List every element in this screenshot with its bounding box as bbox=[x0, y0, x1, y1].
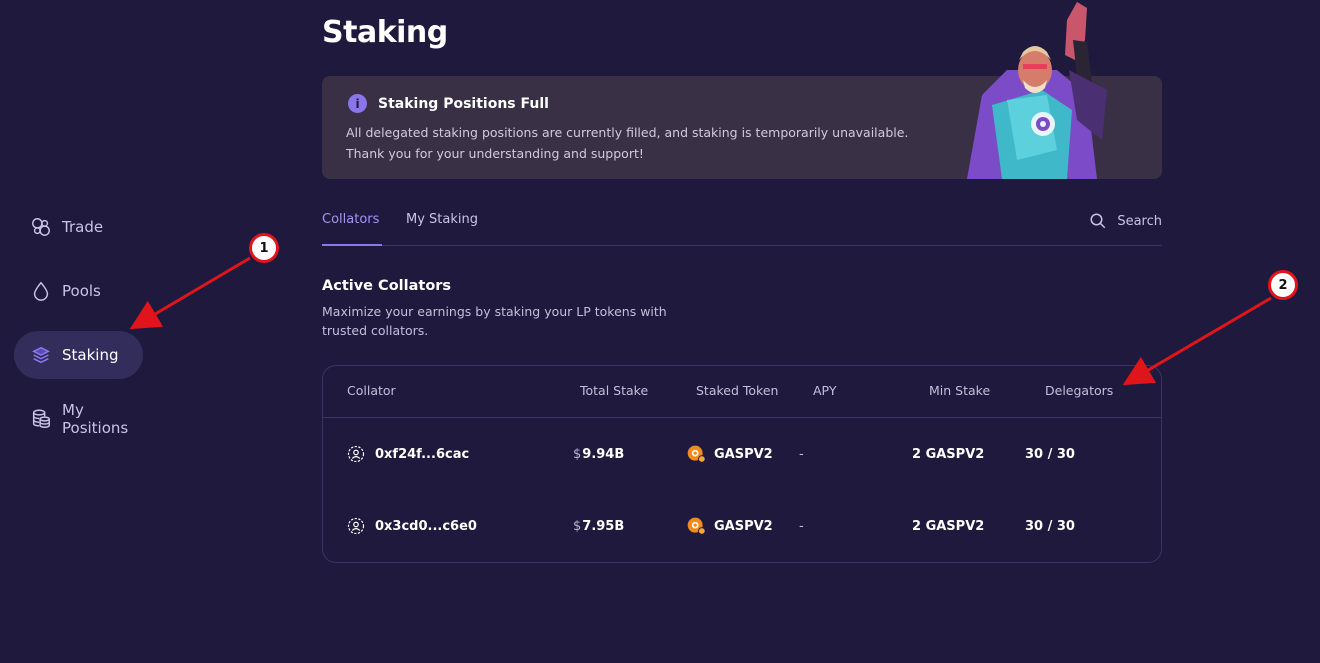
sidebar: Trade Pools Staking My Positions bbox=[14, 203, 194, 459]
min-stake-value: 2 GASPV2 bbox=[912, 446, 985, 462]
banner-line-2: Thank you for your understanding and sup… bbox=[346, 146, 644, 161]
column-header-total-stake[interactable]: Total Stake bbox=[580, 383, 648, 398]
token-symbol: GASPV2 bbox=[714, 446, 773, 462]
search-label: Search bbox=[1117, 213, 1162, 229]
apy-value: - bbox=[799, 518, 804, 534]
collators-table: Collator Total Stake Staked Token APY Mi… bbox=[322, 365, 1162, 563]
search-icon bbox=[1090, 213, 1106, 229]
column-header-apy[interactable]: APY bbox=[813, 383, 836, 398]
column-header-delegators[interactable]: Delegators bbox=[1045, 383, 1113, 398]
total-stake-cell: $ 9.94B bbox=[573, 424, 624, 484]
column-header-min-stake[interactable]: Min Stake bbox=[929, 383, 990, 398]
tab-collators-label: Collators bbox=[322, 212, 380, 227]
gasp-token-icon bbox=[687, 517, 706, 535]
sidebar-item-label: Staking bbox=[62, 346, 119, 364]
tab-my-staking-label: My Staking bbox=[406, 212, 478, 227]
sidebar-item-label: My Positions bbox=[62, 401, 129, 437]
search-button[interactable]: Search bbox=[1089, 212, 1162, 230]
banner-message: All delegated staking positions are curr… bbox=[346, 122, 986, 164]
sidebar-item-label: Pools bbox=[62, 282, 101, 300]
staked-token-cell: GASPV2 bbox=[686, 496, 773, 556]
coins-icon bbox=[30, 408, 52, 430]
token-symbol: GASPV2 bbox=[714, 518, 773, 534]
tab-collators[interactable]: Collators bbox=[322, 212, 379, 227]
section-description: Maximize your earnings by staking your L… bbox=[322, 304, 667, 338]
sidebar-item-staking[interactable]: Staking bbox=[14, 331, 143, 379]
column-header-staked-token[interactable]: Staked Token bbox=[696, 383, 778, 398]
apy-value: - bbox=[799, 446, 804, 462]
collator-address[interactable]: 0xf24f...6cac bbox=[375, 447, 469, 462]
total-stake-value: 9.94B bbox=[582, 446, 625, 462]
total-stake-value: 7.95B bbox=[582, 518, 625, 534]
gasp-token-icon bbox=[687, 445, 706, 463]
delegators-value: 30 / 30 bbox=[1025, 518, 1075, 534]
currency-symbol: $ bbox=[573, 446, 582, 462]
page-title: Staking bbox=[322, 15, 448, 50]
sidebar-item-label: Trade bbox=[62, 218, 104, 236]
annotation-badge-1: 1 bbox=[249, 233, 279, 263]
total-stake-cell: $ 7.95B bbox=[573, 496, 624, 556]
mascot-illustration bbox=[967, 2, 1107, 179]
table-header: Collator Total Stake Staked Token APY Mi… bbox=[323, 366, 1161, 418]
layers-icon bbox=[30, 344, 52, 366]
tab-active-indicator bbox=[322, 244, 382, 246]
banner-title-text: Staking Positions Full bbox=[378, 95, 549, 112]
table-row[interactable]: 0x3cd0...c6e0 $ 7.95B GASPV2 - 2 GASPV2 … bbox=[323, 496, 1161, 556]
currency-symbol: $ bbox=[573, 518, 582, 534]
collator-cell: 0xf24f...6cac bbox=[347, 424, 469, 484]
info-icon: i bbox=[348, 94, 367, 113]
sidebar-item-pools[interactable]: Pools bbox=[14, 267, 143, 315]
sidebar-item-trade[interactable]: Trade bbox=[14, 203, 143, 251]
delegators-value: 30 / 30 bbox=[1025, 446, 1075, 462]
annotation-badge-2: 2 bbox=[1268, 270, 1298, 300]
staking-tabs: Collators My Staking Search bbox=[322, 206, 1162, 246]
table-row[interactable]: 0xf24f...6cac $ 9.94B GASPV2 - 2 GASPV2 … bbox=[323, 424, 1161, 484]
staked-token-cell: GASPV2 bbox=[686, 424, 773, 484]
banner-title: i Staking Positions Full bbox=[348, 94, 549, 113]
user-circle-icon bbox=[347, 517, 365, 535]
collator-cell: 0x3cd0...c6e0 bbox=[347, 496, 477, 556]
banner-line-1: All delegated staking positions are curr… bbox=[346, 125, 909, 140]
section-title: Active Collators bbox=[322, 278, 452, 294]
trade-icon bbox=[30, 216, 52, 238]
min-stake-value: 2 GASPV2 bbox=[912, 518, 985, 534]
sidebar-item-my-positions[interactable]: My Positions bbox=[14, 395, 143, 443]
collator-address[interactable]: 0x3cd0...c6e0 bbox=[375, 519, 477, 534]
column-header-collator[interactable]: Collator bbox=[347, 383, 396, 398]
user-circle-icon bbox=[347, 445, 365, 463]
tab-my-staking[interactable]: My Staking bbox=[406, 212, 478, 227]
droplet-icon bbox=[30, 280, 52, 302]
